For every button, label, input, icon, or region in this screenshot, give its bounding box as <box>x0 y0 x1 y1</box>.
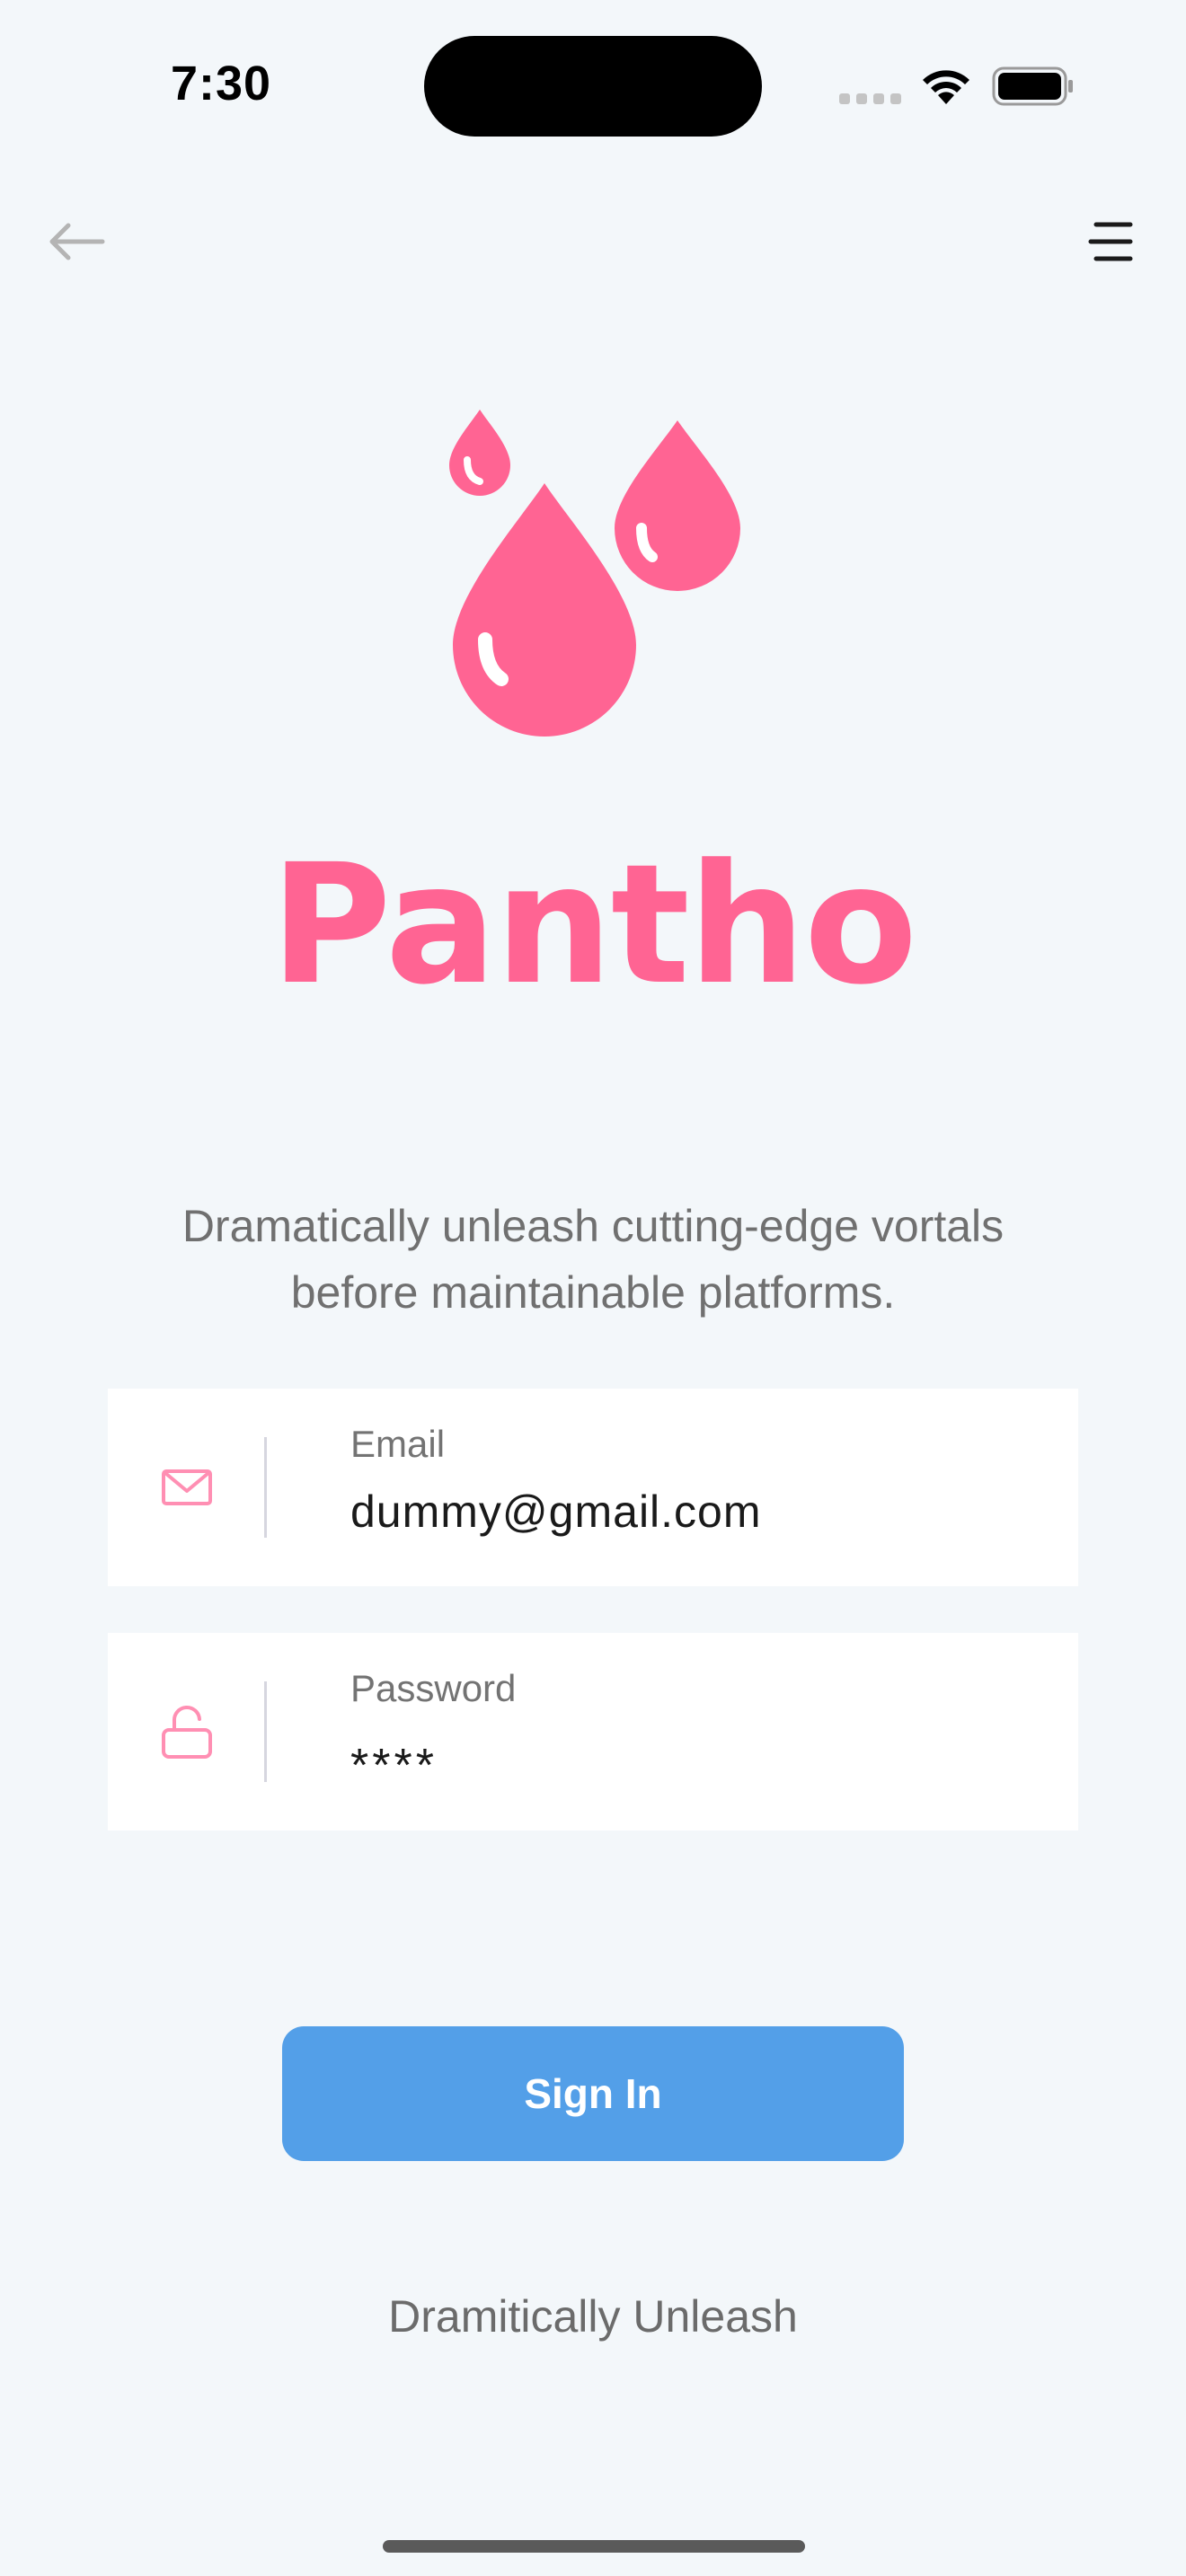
email-field[interactable]: Email dummy@gmail.com <box>108 1389 1078 1586</box>
cellular-signal-icon <box>839 93 901 104</box>
email-input[interactable]: dummy@gmail.com <box>350 1486 762 1538</box>
home-indicator <box>383 2540 805 2553</box>
arrow-left-icon[interactable] <box>47 221 106 262</box>
menu-icon[interactable] <box>1087 221 1134 262</box>
dynamic-island <box>424 36 762 137</box>
password-field[interactable]: Password **** <box>108 1633 1078 1831</box>
water-drops-icon <box>449 410 740 737</box>
footer-link[interactable]: Dramitically Unleash <box>0 2290 1186 2342</box>
sign-in-button[interactable]: Sign In <box>282 2026 904 2161</box>
password-label: Password <box>350 1667 517 1709</box>
wifi-icon <box>923 70 969 104</box>
status-time: 7:30 <box>171 57 272 110</box>
email-label: Email <box>350 1423 446 1465</box>
field-divider <box>264 1681 267 1782</box>
field-divider <box>264 1437 267 1538</box>
password-input[interactable]: **** <box>350 1739 438 1793</box>
mail-icon <box>162 1469 212 1505</box>
unlock-icon <box>162 1705 212 1759</box>
brand-name: Pantho <box>270 829 917 1021</box>
tagline: Dramatically unleash cutting-edge vortal… <box>181 1201 1005 1318</box>
battery-icon <box>992 66 1073 106</box>
